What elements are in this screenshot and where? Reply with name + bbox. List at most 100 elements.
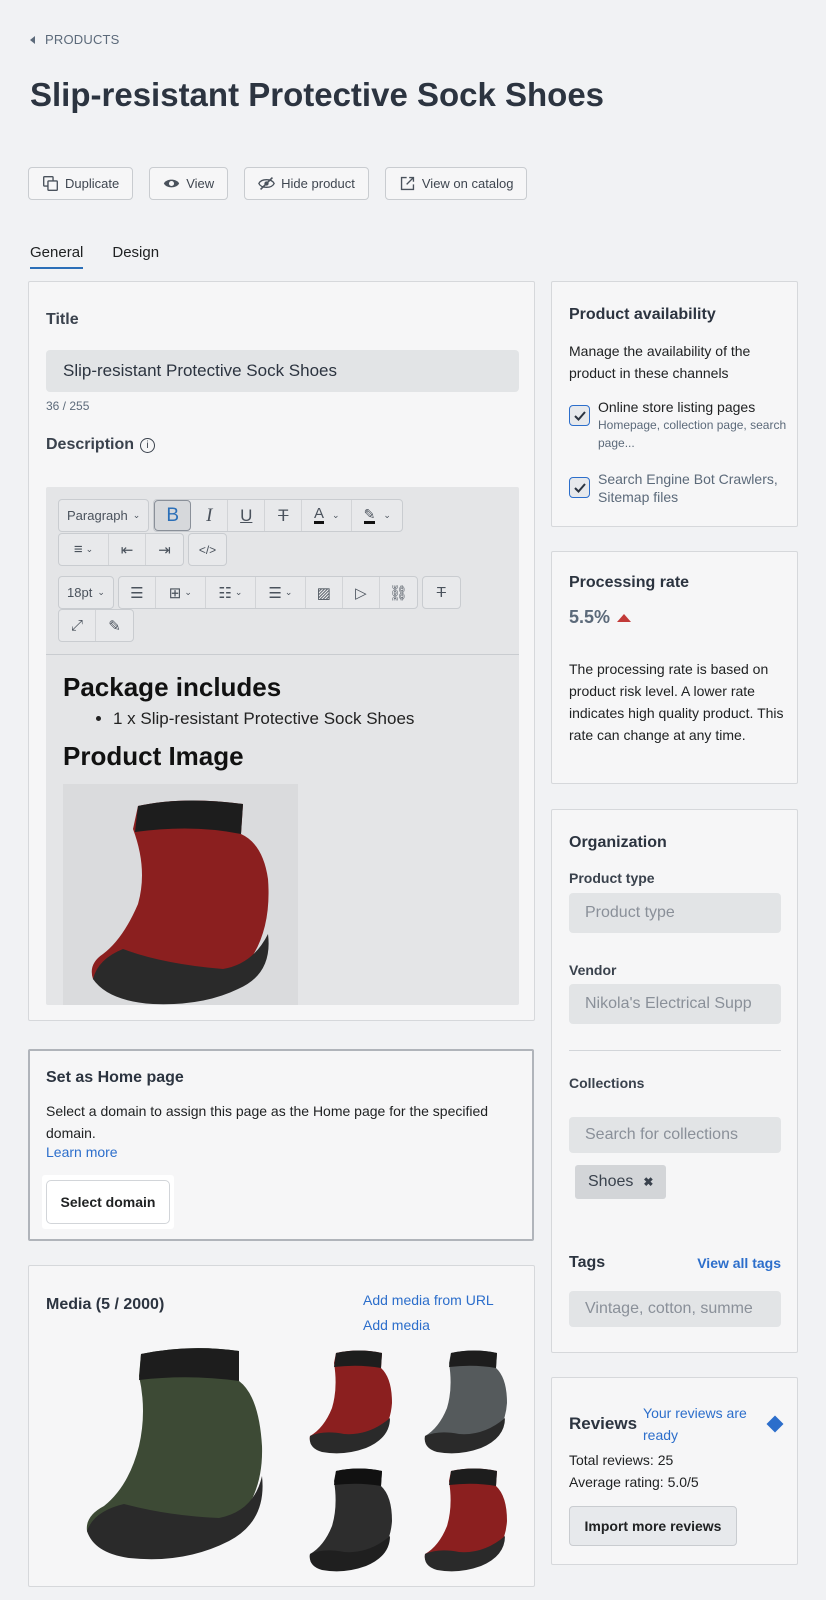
content-heading-package: Package includes xyxy=(63,672,282,702)
channel-search-engine: Search Engine Bot Crawlers, Sitemap file… xyxy=(569,470,797,506)
collections-search-input[interactable]: Search for collections xyxy=(569,1117,781,1153)
edit-pen-icon[interactable]: ✎ xyxy=(96,610,133,641)
view-button[interactable]: View xyxy=(149,167,229,200)
strikethrough-icon[interactable]: T xyxy=(265,500,303,531)
view-on-catalog-label: View on catalog xyxy=(421,176,514,191)
fullscreen-icon[interactable]: ⤢ xyxy=(59,610,96,641)
product-edit-page: PRODUCTS Slip-resistant Protective Sock … xyxy=(0,0,826,1600)
link-icon[interactable]: ⛓ xyxy=(380,577,417,608)
vendor-label: Vendor xyxy=(569,962,617,978)
format-group: B I U T A ⌄ ✎ ⌄ xyxy=(153,499,404,532)
media-thumb[interactable] xyxy=(419,1348,509,1458)
tags-placeholder: Vintage, cotton, summe xyxy=(585,1300,753,1317)
font-size-select[interactable]: 18pt ⌄ xyxy=(58,576,114,609)
channel-online-store: Online store listing pages Homepage, col… xyxy=(569,398,797,452)
product-type-input[interactable]: Product type xyxy=(569,893,781,933)
outdent-icon[interactable]: ⇤ xyxy=(109,534,146,565)
collection-chip-label: Shoes xyxy=(588,1173,634,1190)
trend-up-icon xyxy=(617,613,632,622)
duplicate-label: Duplicate xyxy=(65,176,120,191)
eye-off-icon xyxy=(258,177,276,190)
average-rating: Average rating: 5.0/5 xyxy=(569,1474,699,1490)
highlight-icon[interactable]: ✎ ⌄ xyxy=(352,500,402,531)
reviews-card: Reviews Your reviews are ready Total rev… xyxy=(551,1377,798,1565)
processing-rate-value: 5.5% xyxy=(569,607,632,628)
indent-group: ≡ ⌄ ⇤ ⇥ xyxy=(58,533,184,566)
total-reviews: Total reviews: 25 xyxy=(569,1452,674,1468)
paragraph-select-label: Paragraph xyxy=(67,508,128,523)
info-icon[interactable]: i xyxy=(140,437,156,453)
learn-more-link[interactable]: Learn more xyxy=(46,1144,118,1160)
rate-value-text: 5.5% xyxy=(569,607,611,627)
image-icon[interactable]: ▨ xyxy=(306,577,343,608)
channel-label: Search Engine Bot Crawlers, Sitemap file… xyxy=(598,471,778,505)
media-thumb[interactable] xyxy=(304,1348,394,1458)
underline-icon[interactable]: U xyxy=(228,500,266,531)
home-page-description: Select a domain to assign this page as t… xyxy=(46,1103,489,1141)
title-input[interactable]: Slip-resistant Protective Sock Shoes xyxy=(46,350,519,392)
breadcrumb[interactable]: PRODUCTS xyxy=(30,32,120,47)
collections-label: Collections xyxy=(569,1075,645,1091)
code-icon[interactable]: </> xyxy=(189,534,226,565)
chevron-down-icon: ⌄ xyxy=(97,587,105,597)
font-size-select-label: 18pt xyxy=(67,585,93,600)
set-home-page-card: Set as Home page Select a domain to assi… xyxy=(28,1049,534,1241)
bold-icon[interactable]: B xyxy=(154,500,192,531)
processing-rate-card: Processing rate 5.5% The processing rate… xyxy=(551,551,798,784)
close-icon[interactable]: ✖ xyxy=(643,1175,653,1189)
add-media-link[interactable]: Add media xyxy=(363,1313,494,1338)
tab-general[interactable]: General xyxy=(30,244,84,269)
video-icon[interactable]: ▷ xyxy=(343,577,380,608)
duplicate-button[interactable]: Duplicate xyxy=(28,167,134,200)
vendor-input[interactable]: Nikola's Electrical Supp xyxy=(569,984,781,1024)
rich-text-editor[interactable]: Paragraph ⌄ B I U T A ⌄ ✎ ⌄ ≡ ⌄ ⇤ ⇥ </> … xyxy=(46,487,519,1005)
hide-product-label: Hide product xyxy=(281,176,355,191)
description-label-text: Description xyxy=(46,436,135,453)
line-height-icon[interactable]: ☰ xyxy=(119,577,156,608)
select-domain-button[interactable]: Select domain xyxy=(46,1180,170,1224)
import-reviews-button[interactable]: Import more reviews xyxy=(569,1506,737,1546)
check-icon xyxy=(573,410,586,421)
hide-product-button[interactable]: Hide product xyxy=(244,167,369,200)
indent-icon[interactable]: ⇥ xyxy=(146,534,183,565)
title-counter: 36 / 255 xyxy=(46,399,90,413)
numbered-list-icon[interactable]: ☰ ⌄ xyxy=(256,577,306,608)
editor-content[interactable]: Package includes 1 x Slip-resistant Prot… xyxy=(63,672,503,1005)
external-link-icon xyxy=(400,176,415,191)
content-heading-image: Product Image xyxy=(63,741,244,771)
view-all-tags-link[interactable]: View all tags xyxy=(697,1255,781,1271)
media-main-image[interactable] xyxy=(79,1336,269,1571)
online-store-checkbox[interactable] xyxy=(569,405,590,426)
view-on-catalog-button[interactable]: View on catalog xyxy=(384,167,528,200)
media-thumb[interactable] xyxy=(419,1466,509,1576)
select-domain-highlight: Select domain xyxy=(42,1175,174,1229)
breadcrumb-label: PRODUCTS xyxy=(45,32,120,47)
tab-bar: General Design xyxy=(30,244,159,269)
text-color-icon[interactable]: A ⌄ xyxy=(302,500,353,531)
description-label: Description i xyxy=(46,436,156,454)
add-media-from-url-link[interactable]: Add media from URL xyxy=(363,1288,494,1313)
align-icon[interactable]: ≡ ⌄ xyxy=(59,534,109,565)
media-title: Media (5 / 2000) xyxy=(46,1296,165,1313)
table-icon[interactable]: ⊞ ⌄ xyxy=(156,577,206,608)
divider xyxy=(569,1050,781,1051)
tags-input[interactable]: Vintage, cotton, summe xyxy=(569,1291,781,1327)
editor-toolbar: Paragraph ⌄ B I U T A ⌄ ✎ ⌄ ≡ ⌄ ⇤ ⇥ </> … xyxy=(46,487,519,655)
italic-icon[interactable]: I xyxy=(191,500,229,531)
title-input-value: Slip-resistant Protective Sock Shoes xyxy=(63,361,338,380)
paragraph-select[interactable]: Paragraph ⌄ xyxy=(58,499,150,532)
reviews-stats: Total reviews: 25 Average rating: 5.0/5 xyxy=(569,1449,699,1493)
media-thumb[interactable] xyxy=(304,1466,394,1576)
directions-icon[interactable] xyxy=(766,1415,784,1433)
reviews-header: Reviews Your reviews are ready xyxy=(569,1402,784,1446)
reviews-ready-link[interactable]: Your reviews are ready xyxy=(643,1402,763,1446)
view-label: View xyxy=(186,176,215,191)
clear-format-icon[interactable]: T xyxy=(423,577,460,608)
tab-design[interactable]: Design xyxy=(112,244,159,269)
search-engine-checkbox[interactable] xyxy=(569,477,590,498)
home-page-title: Set as Home page xyxy=(46,1069,184,1086)
bullet-list-icon[interactable]: ☷ ⌄ xyxy=(206,577,256,608)
product-type-placeholder: Product type xyxy=(585,904,675,921)
processing-rate-title: Processing rate xyxy=(569,574,690,591)
view-group: ⤢ ✎ xyxy=(58,609,134,642)
